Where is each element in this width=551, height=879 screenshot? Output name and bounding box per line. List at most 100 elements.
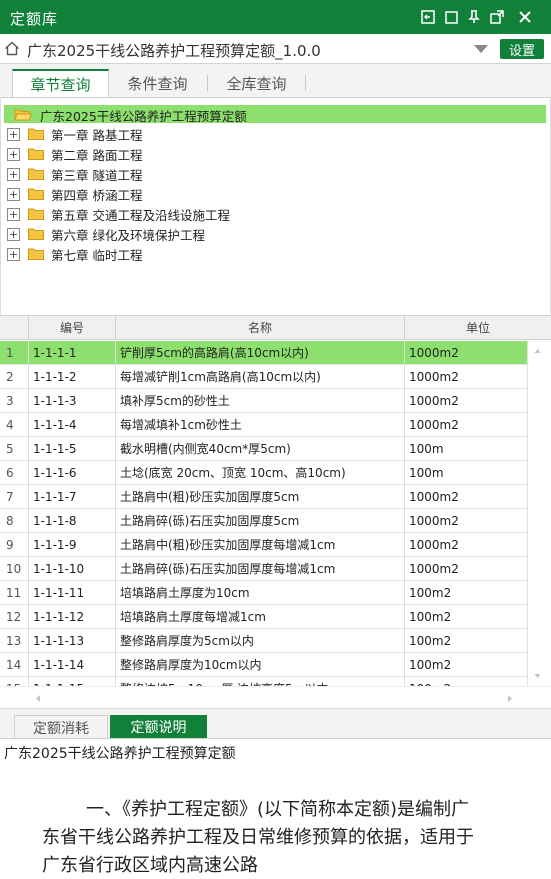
cell-index: 9 <box>0 533 29 557</box>
table-row[interactable]: 9 1-1-1-9 土路肩中(粗)砂压实加固厚度每增减1cm 1000m2 <box>0 533 528 557</box>
horizontal-scrollbar[interactable] <box>0 686 551 708</box>
tab-condition-query[interactable]: 条件查询 <box>109 69 206 97</box>
cell-index: 14 <box>0 653 29 677</box>
dock-icon[interactable] <box>420 9 436 25</box>
cell-code: 1-1-1-6 <box>29 461 116 485</box>
cell-unit: 1000m2 <box>405 509 528 533</box>
table-row[interactable]: 10 1-1-1-10 土路肩碎(砾)石压实加固厚度每增减1cm 1000m2 <box>0 557 528 581</box>
table-row[interactable]: 4 1-1-1-4 每增减填补1cm砂性土 1000m2 <box>0 413 528 437</box>
close-icon[interactable] <box>517 9 533 25</box>
tree-root[interactable]: 广东2025干线公路养护工程预算定额 <box>4 105 546 124</box>
tab-quota-consumption[interactable]: 定额消耗 <box>14 715 108 739</box>
expand-icon[interactable]: + <box>7 147 20 161</box>
table-row[interactable]: 2 1-1-1-2 每增减铲削1cm高路肩(高10cm以内) 1000m2 <box>0 365 528 389</box>
vertical-scrollbar[interactable] <box>528 341 547 686</box>
tree-item-label: 第五章 交通工程及沿线设施工程 <box>51 207 230 223</box>
table-row[interactable]: 8 1-1-1-8 土路肩碎(砾)石压实加固厚度5cm 1000m2 <box>0 509 528 533</box>
tree-item[interactable]: + 第六章 绿化及环境保护工程 <box>7 224 205 244</box>
maximize-icon[interactable] <box>443 9 459 25</box>
tab-chapter-query[interactable]: 章节查询 <box>12 69 109 97</box>
table-row[interactable]: 12 1-1-1-12 培填路肩土厚度每增减1cm 100m2 <box>0 605 528 629</box>
cell-unit: 100m2 <box>405 605 528 629</box>
cell-index: 13 <box>0 629 29 653</box>
table-row[interactable]: 14 1-1-1-14 整修路肩厚度为10cm以内 100m2 <box>0 653 528 677</box>
column-header-unit[interactable]: 单位 <box>405 316 551 340</box>
query-tabs: 章节查询 条件查询 全库查询 <box>0 64 551 97</box>
tree-item[interactable]: + 第一章 路基工程 <box>7 124 142 144</box>
tree-item[interactable]: + 第五章 交通工程及沿线设施工程 <box>7 204 230 224</box>
cell-unit: 100m <box>405 437 528 461</box>
tree-root-label: 广东2025干线公路养护工程预算定额 <box>40 109 247 124</box>
expand-icon[interactable]: + <box>7 207 20 221</box>
cell-index: 7 <box>0 485 29 509</box>
expand-icon[interactable]: + <box>7 227 20 241</box>
chapter-tree: 广东2025干线公路养护工程预算定额 + 第一章 路基工程 + 第二章 路面工程… <box>0 97 551 315</box>
cell-unit: 100m2 <box>405 581 528 605</box>
expand-icon[interactable]: + <box>7 127 20 141</box>
library-path-text: 广东2025干线公路养护工程预算定额_1.0.0 <box>27 42 321 60</box>
cell-name: 整修路肩厚度为10cm以内 <box>116 653 405 677</box>
window-title: 定额库 <box>10 10 59 28</box>
table-row[interactable]: 6 1-1-1-6 土埝(底宽 20cm、顶宽 10cm、高10cm) 100m <box>0 461 528 485</box>
home-icon[interactable] <box>4 41 20 60</box>
cell-code: 1-1-1-7 <box>29 485 116 509</box>
cell-name: 每增减铲削1cm高路肩(高10cm以内) <box>116 365 405 389</box>
quota-table: 编号 名称 单位 1 1-1-1-1 铲削厚5cm的高路肩(高10cm以内) 1000… <box>0 315 551 708</box>
tree-item[interactable]: + 第二章 路面工程 <box>7 144 142 164</box>
cell-unit: 1000m2 <box>405 413 528 437</box>
table-row[interactable]: 1 1-1-1-1 铲削厚5cm的高路肩(高10cm以内) 1000m2 <box>0 341 528 365</box>
table-row[interactable]: 13 1-1-1-13 整修路肩厚度为5cm以内 100m2 <box>0 629 528 653</box>
cell-index: 8 <box>0 509 29 533</box>
cell-name: 土路肩碎(砾)石压实加固厚度每增减1cm <box>116 557 405 581</box>
description-title: 广东2025干线公路养护工程预算定额 <box>4 746 236 762</box>
cell-unit: 1000m2 <box>405 389 528 413</box>
cell-name: 每增减填补1cm砂性土 <box>116 413 405 437</box>
tree-item-label: 第三章 隧道工程 <box>51 167 143 183</box>
folder-icon <box>28 208 44 220</box>
table-row[interactable]: 5 1-1-1-5 截水明槽(内侧宽40cm*厚5cm) 100m <box>0 437 528 461</box>
cell-unit: 1000m2 <box>405 485 528 509</box>
folder-icon <box>28 248 44 260</box>
table-header: 编号 名称 单位 <box>0 316 551 340</box>
library-path-bar: 广东2025干线公路养护工程预算定额_1.0.0 设置 <box>0 34 551 64</box>
tab-quota-description[interactable]: 定额说明 <box>110 715 207 739</box>
description-panel: 广东2025干线公路养护工程预算定额 一、《养护工程定额》(以下简称本定额)是编… <box>0 738 551 879</box>
cell-code: 1-1-1-4 <box>29 413 116 437</box>
cell-index: 6 <box>0 461 29 485</box>
cell-index: 5 <box>0 437 29 461</box>
table-row[interactable]: 3 1-1-1-3 填补厚5cm的砂性土 1000m2 <box>0 389 528 413</box>
column-header-name[interactable]: 名称 <box>116 316 405 340</box>
cell-unit: 1000m2 <box>405 365 528 389</box>
folder-icon <box>28 228 44 240</box>
folder-icon <box>28 188 44 200</box>
pin-icon[interactable] <box>466 9 482 25</box>
cell-code: 1-1-1-1 <box>29 341 116 365</box>
cell-name: 铲削厚5cm的高路肩(高10cm以内) <box>116 341 405 365</box>
cell-code: 1-1-1-13 <box>29 629 116 653</box>
cell-index: 4 <box>0 413 29 437</box>
cell-index: 3 <box>0 389 29 413</box>
cell-unit: 100m2 <box>405 653 528 677</box>
tree-item[interactable]: + 第七章 临时工程 <box>7 244 142 264</box>
expand-icon[interactable]: + <box>7 247 20 261</box>
tree-item[interactable]: + 第三章 隧道工程 <box>7 164 142 184</box>
chevron-down-icon[interactable] <box>468 39 494 59</box>
popout-icon[interactable] <box>489 9 505 25</box>
cell-name: 填补厚5cm的砂性土 <box>116 389 405 413</box>
cell-unit: 100m2 <box>405 629 528 653</box>
expand-icon[interactable]: + <box>7 167 20 181</box>
cell-code: 1-1-1-8 <box>29 509 116 533</box>
settings-button[interactable]: 设置 <box>500 39 544 59</box>
column-header-code[interactable]: 编号 <box>29 316 116 340</box>
tree-item-label: 第一章 路基工程 <box>51 127 143 143</box>
cell-code: 1-1-1-3 <box>29 389 116 413</box>
table-row[interactable]: 7 1-1-1-7 土路肩中(粗)砂压实加固厚度5cm 1000m2 <box>0 485 528 509</box>
cell-code: 1-1-1-10 <box>29 557 116 581</box>
cell-code: 1-1-1-5 <box>29 437 116 461</box>
cell-name: 土路肩中(粗)砂压实加固厚度5cm <box>116 485 405 509</box>
table-row[interactable]: 11 1-1-1-11 培填路肩土厚度为10cm 100m2 <box>0 581 528 605</box>
expand-icon[interactable]: + <box>7 187 20 201</box>
tree-item[interactable]: + 第四章 桥涵工程 <box>7 184 142 204</box>
cell-index: 2 <box>0 365 29 389</box>
tab-full-library-query[interactable]: 全库查询 <box>208 69 305 97</box>
